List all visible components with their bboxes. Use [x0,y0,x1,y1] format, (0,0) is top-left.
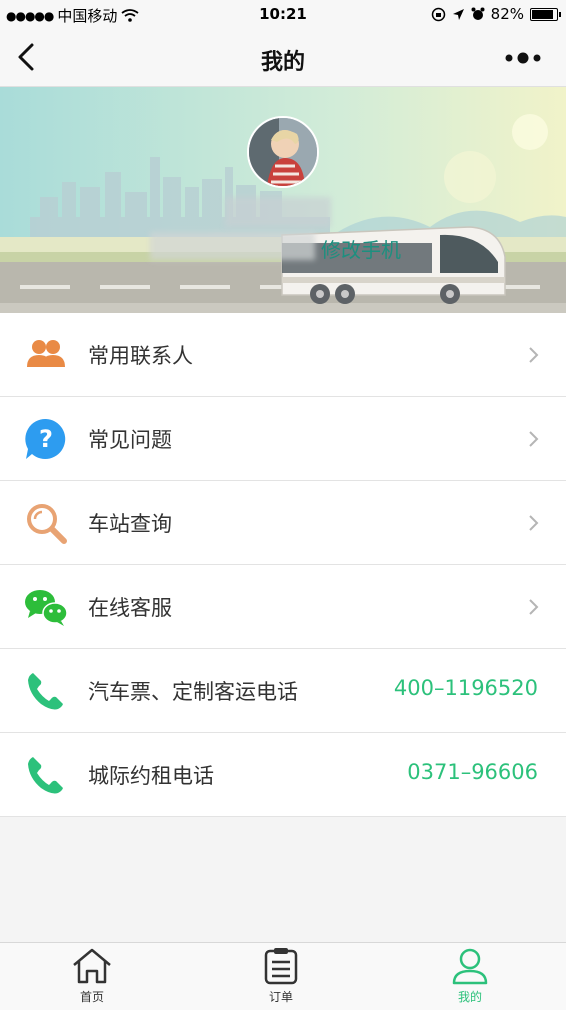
avatar-photo [249,118,317,186]
tab-label: 订单 [268,990,293,1004]
menu-item-intercity-hotline[interactable]: 城际约租电话 0371–96606 [0,733,566,817]
svg-text:?: ? [39,425,53,453]
tab-orders[interactable]: 订单 [221,947,341,1009]
edit-phone-link[interactable]: 修改手机 [321,234,401,263]
phone-number[interactable]: 0371–96606 [407,760,538,784]
chevron-right-icon [529,599,539,615]
search-icon [27,504,67,544]
phone-icon [28,673,63,710]
battery-fill [532,9,554,19]
user-icon [452,948,488,985]
more-icon[interactable] [504,50,544,66]
menu-item-label: 城际约租电话 [88,764,214,788]
home-icon [73,948,111,984]
location-icon [452,8,464,20]
tab-home[interactable]: 首页 [32,947,152,1009]
menu-item-online-service[interactable]: 在线客服 [0,565,566,649]
menu-item-label: 常见问题 [88,428,172,452]
status-right: 82% [431,5,561,23]
contacts-icon [27,340,65,367]
tab-bar: 首页 订单 我的 [0,942,566,1010]
menu-item-contacts[interactable]: 常用联系人 [0,313,566,397]
tab-label: 我的 [457,990,482,1004]
page-title: 我的 [260,50,305,75]
lock-rotation-icon [431,7,445,21]
question-icon: ? [25,418,66,459]
clipboard-icon [264,948,298,985]
chevron-right-icon [529,347,539,363]
menu-item-label: 在线客服 [88,596,172,620]
menu-item-label: 汽车票、定制客运电话 [88,680,298,704]
chevron-right-icon [529,431,539,447]
phone-number[interactable]: 400–1196520 [394,676,538,700]
wechat-icon [25,590,68,626]
battery-percent: 82% [490,5,524,23]
tab-label: 首页 [79,990,104,1004]
nav-bar: 我的 [0,30,566,87]
avatar[interactable] [247,116,319,188]
menu-list: 常用联系人 ? 常见问题 车站查询 在线客服 汽车票、定制客运电话 400–11… [0,313,566,817]
tab-mine[interactable]: 我的 [410,947,530,1009]
status-bar: ●●●●● 中国移动 10:21 82% [0,0,566,30]
chevron-right-icon [529,515,539,531]
menu-item-label: 车站查询 [88,512,172,536]
user-phone-redacted [150,232,315,260]
menu-item-label: 常用联系人 [88,344,193,368]
battery-icon [530,7,561,21]
menu-item-station-search[interactable]: 车站查询 [0,481,566,565]
phone-icon [28,757,63,794]
menu-item-bus-ticket-hotline[interactable]: 汽车票、定制客运电话 400–1196520 [0,649,566,733]
user-name-redacted [225,197,331,227]
alarm-icon [471,7,485,20]
menu-item-faq[interactable]: ? 常见问题 [0,397,566,481]
